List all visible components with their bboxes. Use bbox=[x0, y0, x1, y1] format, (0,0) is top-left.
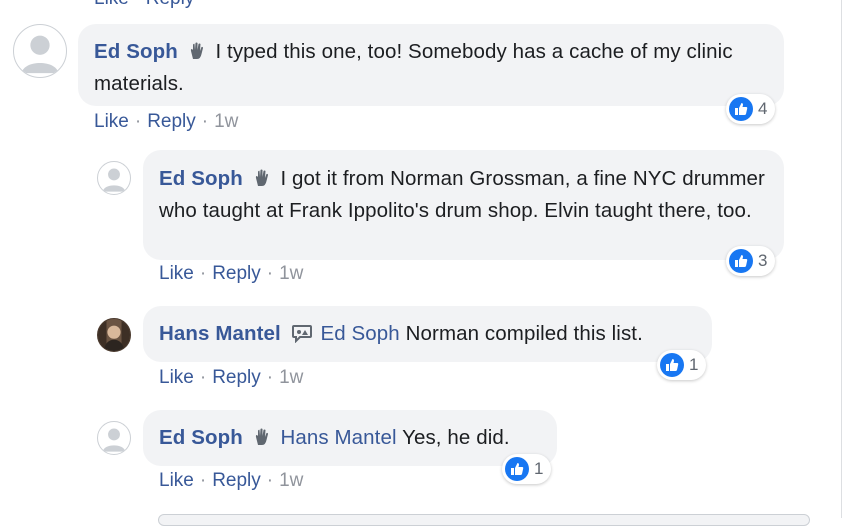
separator: · bbox=[201, 111, 209, 132]
wave-hand-icon bbox=[188, 40, 208, 69]
default-avatar-icon bbox=[102, 168, 126, 192]
wave-hand-icon bbox=[253, 426, 273, 455]
thumbs-up-icon bbox=[660, 353, 684, 377]
previous-comment-actions[interactable]: Like · Reply bbox=[94, 0, 194, 10]
avatar[interactable] bbox=[97, 421, 131, 455]
avatar[interactable] bbox=[13, 24, 67, 78]
reply-link[interactable]: Reply bbox=[212, 470, 261, 491]
separator: · bbox=[199, 470, 207, 491]
comment-text: Norman compiled this list. bbox=[405, 322, 643, 345]
reply-link[interactable]: Reply bbox=[212, 367, 261, 388]
default-avatar-icon bbox=[21, 35, 59, 74]
comment-actions: Like · Reply · 1w bbox=[159, 470, 303, 492]
scrollbar[interactable] bbox=[841, 0, 864, 518]
comment-actions: Like · Reply · 1w bbox=[159, 367, 303, 389]
wave-hand-icon bbox=[253, 167, 273, 196]
reaction-summary[interactable]: 4 bbox=[726, 94, 776, 124]
comment-bubble: Ed Soph I got it from Norman Grossman, a… bbox=[143, 150, 784, 260]
separator: · bbox=[199, 367, 207, 388]
like-link[interactable]: Like bbox=[159, 263, 194, 284]
reaction-count: 4 bbox=[758, 99, 768, 118]
comment-author[interactable]: Ed Soph bbox=[159, 167, 243, 190]
comment-author[interactable]: Ed Soph bbox=[159, 426, 243, 449]
timestamp[interactable]: 1w bbox=[279, 470, 303, 491]
mention-link[interactable]: Ed Soph bbox=[320, 322, 399, 345]
reaction-count: 1 bbox=[689, 355, 699, 374]
comment-author[interactable]: Ed Soph bbox=[94, 40, 178, 63]
timestamp[interactable]: 1w bbox=[279, 263, 303, 284]
timestamp[interactable]: 1w bbox=[214, 111, 238, 132]
default-avatar-icon bbox=[102, 428, 126, 452]
comment-actions: Like · Reply · 1w bbox=[94, 111, 238, 133]
user-photo-icon bbox=[98, 319, 130, 351]
reaction-summary[interactable]: 1 bbox=[502, 454, 552, 484]
like-link[interactable]: Like bbox=[159, 470, 194, 491]
separator: · bbox=[199, 263, 207, 284]
thumbs-up-icon bbox=[729, 249, 753, 273]
reaction-summary[interactable]: 3 bbox=[726, 246, 776, 276]
reaction-count: 3 bbox=[758, 251, 768, 270]
separator: · bbox=[134, 111, 142, 132]
chat-bubble-icon bbox=[291, 322, 313, 351]
comment-bubble: Ed Soph I typed this one, too! Somebody … bbox=[78, 24, 784, 106]
reply-link[interactable]: Reply bbox=[212, 263, 261, 284]
like-link[interactable]: Like bbox=[159, 367, 194, 388]
separator: · bbox=[266, 470, 274, 491]
reaction-summary[interactable]: 1 bbox=[657, 350, 707, 380]
avatar[interactable] bbox=[97, 161, 131, 195]
reaction-count: 1 bbox=[534, 459, 544, 478]
comment-actions: Like · Reply · 1w bbox=[159, 263, 303, 285]
separator: · bbox=[266, 263, 274, 284]
like-link[interactable]: Like bbox=[94, 111, 129, 132]
comment-bubble: Ed Soph Hans Mantel Yes, he did. bbox=[143, 410, 557, 466]
reply-link[interactable]: Reply bbox=[147, 111, 196, 132]
thumbs-up-icon bbox=[729, 97, 753, 121]
comment-bubble: Hans Mantel Ed Soph Norman compiled this… bbox=[143, 306, 712, 362]
reply-input-edge[interactable] bbox=[158, 514, 810, 526]
avatar[interactable] bbox=[97, 318, 131, 352]
mention-link[interactable]: Hans Mantel bbox=[280, 426, 396, 449]
timestamp[interactable]: 1w bbox=[279, 367, 303, 388]
comment-text: Yes, he did. bbox=[402, 426, 510, 449]
separator: · bbox=[266, 367, 274, 388]
comment-author[interactable]: Hans Mantel bbox=[159, 322, 281, 345]
thumbs-up-icon bbox=[505, 457, 529, 481]
comment-text: I got it from Norman Grossman, a fine NY… bbox=[159, 167, 765, 222]
